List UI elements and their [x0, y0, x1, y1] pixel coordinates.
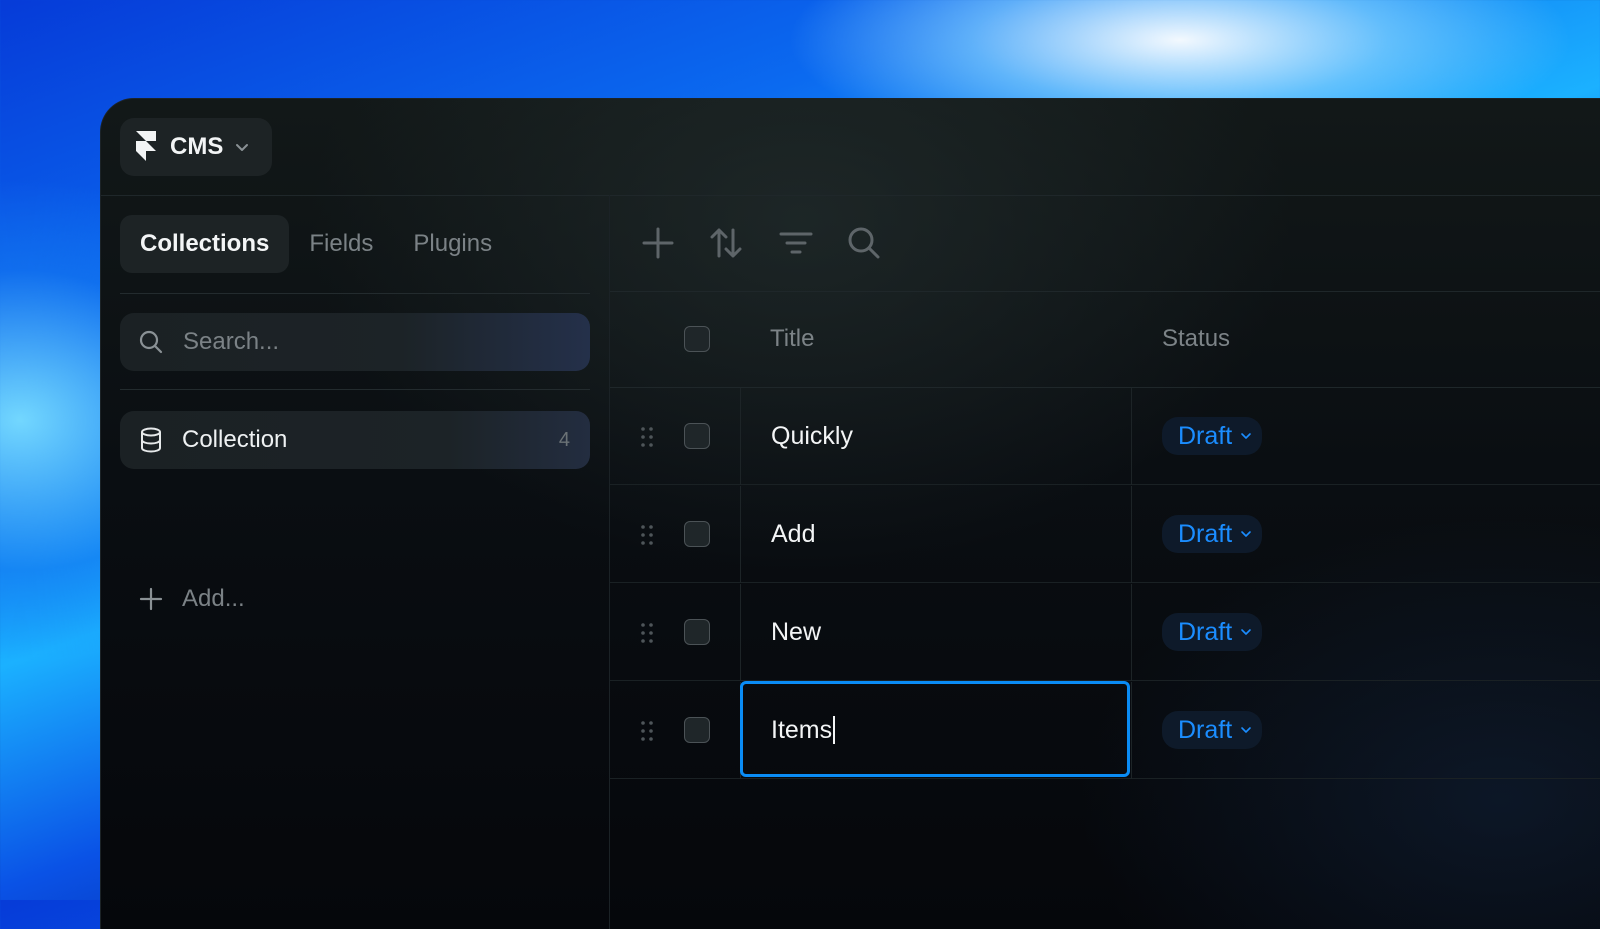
divider: [120, 389, 590, 390]
title-bar: CMS: [101, 99, 1600, 196]
search-icon: [848, 227, 880, 259]
database-icon: [141, 427, 161, 453]
select-all-checkbox[interactable]: [684, 326, 710, 352]
column-header-status[interactable]: Status: [1162, 291, 1230, 387]
row-checkbox[interactable]: [684, 717, 710, 743]
chevron-down-icon: [236, 144, 249, 151]
status-label: Draft: [1178, 519, 1233, 548]
search-button[interactable]: [846, 225, 882, 261]
title-cell-editing[interactable]: Items: [740, 681, 1132, 779]
divider: [120, 293, 590, 294]
title-cell[interactable]: New: [740, 584, 1132, 681]
table-row[interactable]: Quickly Draft: [610, 388, 1600, 485]
status-label: Draft: [1178, 421, 1233, 450]
status-dropdown[interactable]: Draft: [1162, 515, 1263, 553]
chevron-down-icon: [1241, 531, 1251, 537]
title-edit-value: Items: [771, 715, 833, 744]
collection-count: 4: [558, 428, 570, 451]
sidebar-item-collection[interactable]: Collection 4: [120, 411, 590, 469]
chevron-down-icon: [1241, 629, 1251, 635]
tab-fields[interactable]: Fields: [289, 215, 393, 273]
collection-label: Collection: [182, 426, 288, 453]
search-icon: [139, 330, 163, 354]
title-cell[interactable]: Add: [740, 486, 1132, 583]
app-name: CMS: [170, 133, 224, 160]
chevron-down-icon: [1241, 727, 1251, 733]
chevron-down-icon: [1241, 433, 1251, 439]
main-panel: Title Status Quickly Draft Add Draft New…: [610, 195, 1600, 929]
status-dropdown[interactable]: Draft: [1162, 417, 1263, 455]
text-caret: [833, 716, 836, 744]
cms-window: CMS Collections Fields Plugins Search...…: [100, 98, 1600, 929]
drag-handle-icon[interactable]: [640, 622, 654, 644]
framer-logo-icon: [136, 131, 156, 161]
title-text: Quickly: [771, 421, 853, 450]
table-row[interactable]: Items Draft: [610, 681, 1600, 779]
app-switcher[interactable]: CMS: [120, 118, 272, 176]
title-cell[interactable]: Quickly: [740, 388, 1132, 485]
table-row[interactable]: New Draft: [610, 584, 1600, 681]
drag-handle-icon[interactable]: [640, 524, 654, 546]
status-dropdown[interactable]: Draft: [1162, 711, 1263, 749]
plus-icon: [139, 587, 163, 611]
sidebar-tabs: Collections Fields Plugins: [120, 215, 512, 273]
title-text: Add: [771, 519, 816, 548]
tab-plugins[interactable]: Plugins: [393, 215, 512, 273]
table-row[interactable]: Add Draft: [610, 486, 1600, 583]
search-input[interactable]: [181, 327, 565, 357]
title-text: Items: [771, 682, 836, 778]
sort-button[interactable]: [708, 225, 744, 261]
search-box[interactable]: [120, 313, 590, 371]
row-checkbox[interactable]: [684, 619, 710, 645]
add-collection-button[interactable]: Add...: [120, 577, 245, 621]
add-item-button[interactable]: [640, 225, 676, 261]
toolbar: [610, 195, 1600, 292]
tab-collections[interactable]: Collections: [120, 215, 290, 273]
table-header: Title Status: [610, 291, 1600, 388]
drag-handle-icon[interactable]: [640, 426, 654, 448]
sidebar: Collections Fields Plugins Collection 4: [101, 195, 610, 929]
status-label: Draft: [1178, 617, 1233, 646]
filter-icon: [779, 232, 813, 254]
title-text: New: [771, 617, 822, 646]
filter-button[interactable]: [778, 225, 814, 261]
column-header-title[interactable]: Title: [770, 291, 814, 387]
row-checkbox[interactable]: [684, 521, 710, 547]
row-checkbox[interactable]: [684, 423, 710, 449]
add-label: Add...: [182, 585, 245, 612]
sort-icon: [710, 228, 742, 258]
plus-icon: [642, 227, 674, 259]
status-dropdown[interactable]: Draft: [1162, 613, 1263, 651]
drag-handle-icon[interactable]: [640, 720, 654, 742]
status-label: Draft: [1178, 715, 1233, 744]
